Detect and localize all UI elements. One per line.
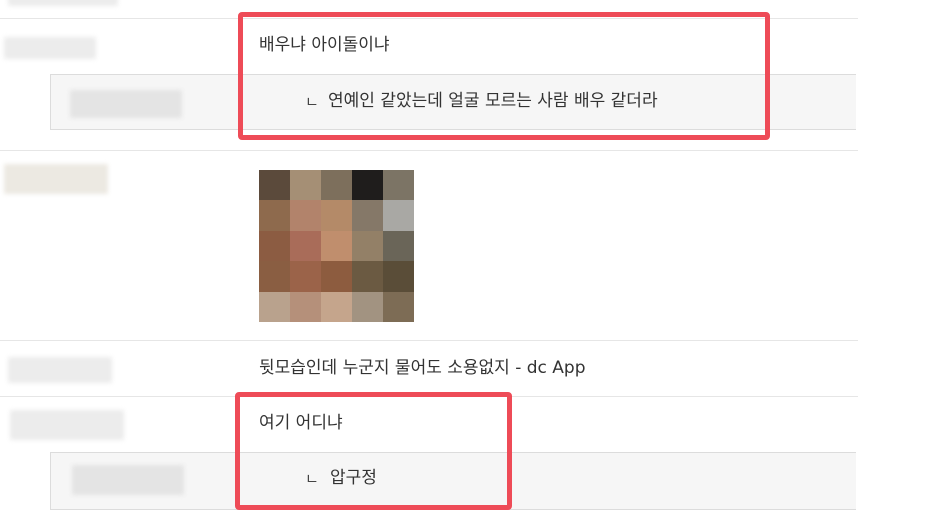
nickname-placeholder [4, 164, 108, 194]
comment-text: 뒷모습인데 누군지 물어도 소용없지 - dc App [259, 358, 586, 378]
mosaic-tile [352, 261, 383, 292]
mosaic-tile [259, 261, 290, 292]
mosaic-tile [259, 230, 290, 262]
mosaic-tile [290, 291, 321, 322]
mosaic-tile [290, 170, 321, 201]
mosaic-tile [321, 261, 352, 292]
mosaic-tile [259, 291, 290, 322]
mosaic-tile [321, 230, 352, 262]
nickname-placeholder [4, 37, 96, 59]
mosaic-tile [383, 291, 414, 322]
mosaic-tile [383, 170, 414, 201]
mosaic-tile [352, 230, 383, 262]
nickname-placeholder [70, 90, 182, 118]
nickname-placeholder [10, 410, 124, 440]
nickname-placeholder [8, 357, 112, 383]
mosaic-tile [290, 230, 321, 262]
mosaic-tile [383, 200, 414, 231]
highlight-box [238, 12, 770, 140]
divider [0, 150, 858, 151]
nickname-placeholder-top [8, 0, 118, 6]
mosaic-tile [352, 170, 383, 201]
blurred-photo [259, 170, 414, 322]
mosaic-tile [321, 170, 352, 201]
mosaic-tile [321, 291, 352, 322]
mosaic-tile [383, 261, 414, 292]
mosaic-tile [290, 261, 321, 292]
divider [0, 340, 858, 341]
nickname-placeholder [72, 465, 184, 495]
mosaic-tile [352, 291, 383, 322]
mosaic-tile [259, 170, 290, 201]
highlight-box [235, 392, 512, 510]
mosaic-tile [290, 200, 321, 231]
mosaic-tile [383, 230, 414, 262]
mosaic-tile [352, 200, 383, 231]
mosaic-tile [321, 200, 352, 231]
mosaic-tile [259, 200, 290, 231]
